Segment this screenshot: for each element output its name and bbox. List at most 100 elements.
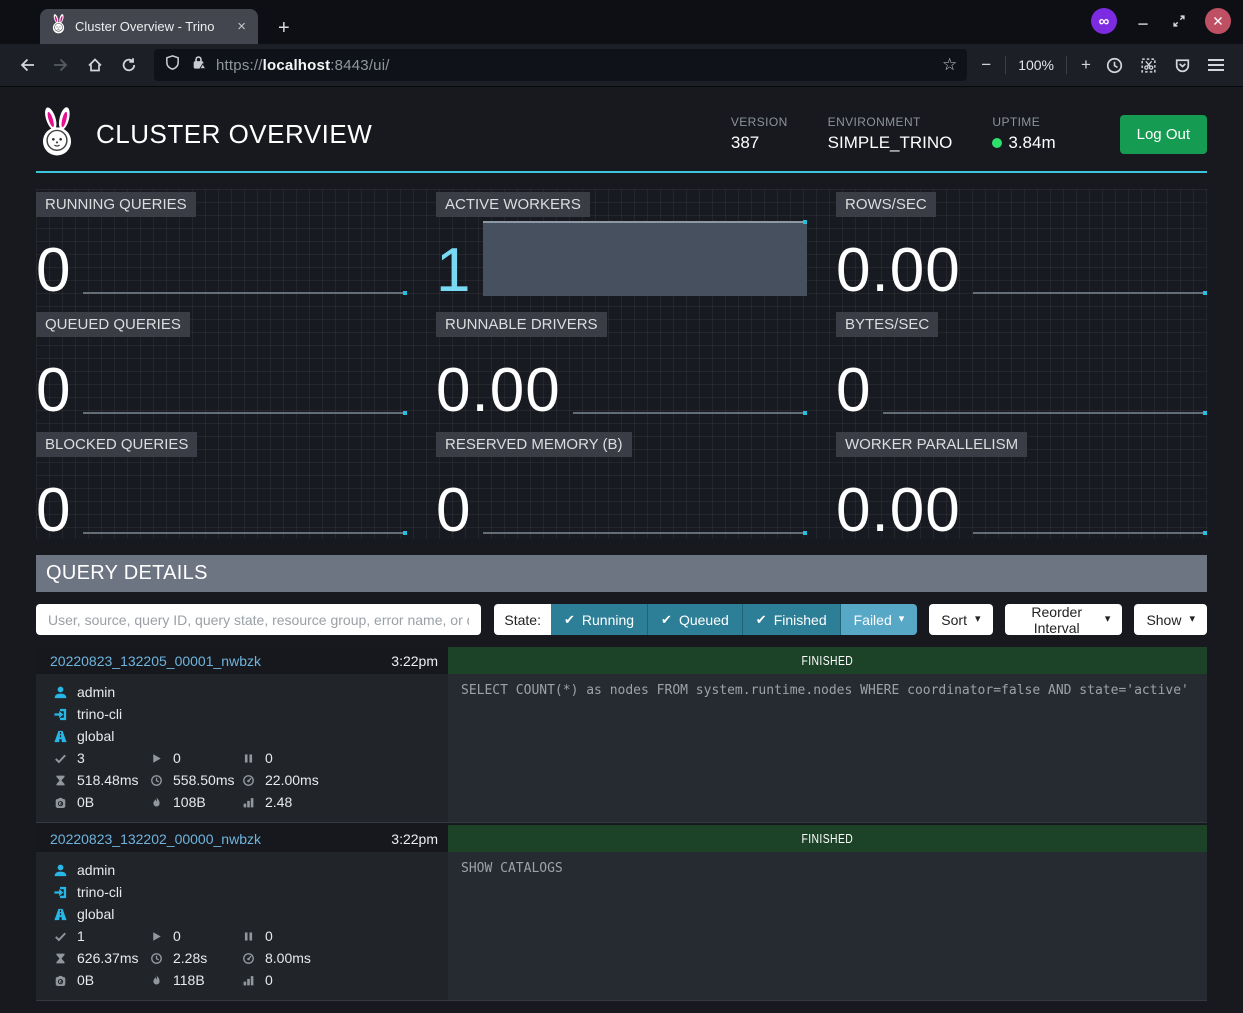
filter-finished-button[interactable]: ✔ Finished — [742, 604, 840, 635]
sparkline — [973, 189, 1207, 299]
zoom-out-icon[interactable]: − — [975, 49, 997, 81]
page-title: CLUSTER OVERVIEW — [96, 119, 372, 150]
resource-group-road-icon — [52, 907, 68, 922]
pocket-icon[interactable] — [1165, 49, 1199, 81]
uptime-status-dot — [992, 138, 1002, 148]
play-icon — [148, 930, 164, 943]
check-icon — [52, 930, 68, 943]
query-sql-text: SHOW CATALOGS — [448, 852, 1207, 1000]
private-browsing-icon: ∞ — [1091, 8, 1117, 34]
window-close-button[interactable] — [1205, 8, 1231, 34]
tile-worker-parallelism: WORKER PARALLELISM 0.00 — [836, 429, 1207, 539]
screenshot-icon[interactable] — [1131, 49, 1165, 81]
tracking-shield-icon[interactable] — [164, 54, 181, 76]
lock-warning-icon[interactable] — [190, 54, 207, 76]
browser-tab[interactable]: Cluster Overview - Trino × — [40, 9, 258, 44]
pause-icon — [240, 930, 256, 943]
history-icon[interactable] — [1097, 49, 1131, 81]
tile-queued-queries: QUEUED QUERIES 0 — [36, 309, 407, 419]
browser-tab-bar: Cluster Overview - Trino × + ∞ — [0, 0, 1243, 44]
source-sign-in-icon — [52, 707, 68, 722]
new-tab-button[interactable]: + — [272, 18, 296, 38]
caret-down-icon: ▾ — [975, 614, 981, 625]
trino-logo[interactable] — [36, 107, 78, 162]
window-minimize-button[interactable] — [1133, 11, 1153, 31]
tile-active-workers: ACTIVE WORKERS 1 — [436, 189, 807, 299]
window-maximize-button[interactable] — [1169, 11, 1189, 31]
chart-icon — [240, 796, 256, 809]
fire-icon — [148, 796, 164, 809]
query-id-link[interactable]: 20220823_132202_00000_nwbzk — [50, 831, 261, 847]
clock-icon — [148, 952, 164, 965]
query-filters: State: ✔ Running ✔ Queued ✔ Finished Fai… — [36, 604, 1207, 635]
url-bar[interactable]: https://localhost:8443/ui/ ☆ — [154, 49, 967, 81]
fire-icon — [148, 974, 164, 987]
gauge-icon — [240, 774, 256, 787]
query-row: 20220823_132202_00000_nwbzk 3:22pm FINIS… — [36, 825, 1207, 1001]
reload-icon[interactable] — [112, 49, 146, 81]
home-icon[interactable] — [78, 49, 112, 81]
query-time: 3:22pm — [391, 831, 438, 847]
user-icon — [52, 685, 68, 700]
check-icon — [52, 752, 68, 765]
state-label: State: — [494, 604, 551, 635]
sort-dropdown[interactable]: Sort ▾ — [929, 604, 992, 635]
filter-running-button[interactable]: ✔ Running — [551, 604, 647, 635]
caret-down-icon: ▾ — [1105, 614, 1111, 625]
query-sql-text: SELECT COUNT(*) as nodes FROM system.run… — [448, 674, 1207, 822]
play-icon — [148, 752, 164, 765]
check-icon: ✔ — [756, 612, 767, 628]
hourglass-icon — [52, 952, 68, 965]
check-icon: ✔ — [564, 612, 575, 628]
user-icon — [52, 863, 68, 878]
environment-meta: ENVIRONMENT SIMPLE_TRINO — [828, 115, 953, 153]
tile-blocked-queries: BLOCKED QUERIES 0 — [36, 429, 407, 539]
filter-queued-button[interactable]: ✔ Queued — [647, 604, 742, 635]
logout-button[interactable]: Log Out — [1120, 115, 1207, 154]
hourglass-icon — [52, 774, 68, 787]
bookmark-star-icon[interactable]: ☆ — [942, 55, 957, 75]
query-stats-panel: admin trino-cli global 3 0 0 518.48ms 55… — [36, 674, 448, 822]
stats-grid: RUNNING QUERIES 0 ACTIVE WORKERS 1 ROWS/… — [36, 189, 1207, 539]
query-row: 20220823_132205_00001_nwbzk 3:22pm FINIS… — [36, 647, 1207, 823]
browser-toolbar: https://localhost:8443/ui/ ☆ − 100% + — [0, 44, 1243, 87]
tile-reserved-memory: RESERVED MEMORY (B) 0 — [436, 429, 807, 539]
back-icon[interactable] — [10, 49, 44, 81]
check-icon: ✔ — [661, 612, 672, 628]
app-header: CLUSTER OVERVIEW VERSION 387 ENVIRONMENT… — [36, 101, 1207, 173]
gauge-icon — [240, 952, 256, 965]
chart-icon — [240, 974, 256, 987]
tile-running-queries: RUNNING QUERIES 0 — [36, 189, 407, 299]
filter-failed-dropdown[interactable]: Failed ▾ — [840, 604, 918, 635]
sparkline — [573, 309, 807, 419]
tab-title: Cluster Overview - Trino — [75, 19, 227, 34]
query-status-badge: FINISHED — [448, 825, 1207, 852]
menu-icon[interactable] — [1199, 49, 1233, 81]
pause-icon — [240, 752, 256, 765]
query-details-header: QUERY DETAILS — [36, 555, 1207, 592]
version-meta: VERSION 387 — [731, 115, 788, 153]
zoom-level[interactable]: 100% — [1014, 57, 1058, 73]
uptime-meta: UPTIME 3.84m — [992, 115, 1055, 153]
scale-icon — [52, 796, 68, 809]
tile-bytes-sec: BYTES/SEC 0 — [836, 309, 1207, 419]
tile-runnable-drivers: RUNNABLE DRIVERS 0.00 — [436, 309, 807, 419]
caret-down-icon: ▾ — [899, 614, 905, 625]
tab-close-icon[interactable]: × — [235, 18, 248, 35]
favicon-trino-bunny — [50, 14, 67, 39]
resource-group-road-icon — [52, 729, 68, 744]
source-sign-in-icon — [52, 885, 68, 900]
query-id-link[interactable]: 20220823_132205_00001_nwbzk — [50, 653, 261, 669]
tile-rows-sec: ROWS/SEC 0.00 — [836, 189, 1207, 299]
query-stats-panel: admin trino-cli global 1 0 0 626.37ms 2.… — [36, 852, 448, 1000]
show-dropdown[interactable]: Show ▾ — [1134, 604, 1207, 635]
caret-down-icon: ▾ — [1189, 614, 1195, 625]
url-text: https://localhost:8443/ui/ — [216, 57, 390, 74]
scale-icon — [52, 974, 68, 987]
query-time: 3:22pm — [391, 653, 438, 669]
zoom-in-icon[interactable]: + — [1075, 49, 1097, 81]
forward-icon[interactable] — [44, 49, 78, 81]
clock-icon — [148, 774, 164, 787]
search-input[interactable] — [36, 604, 481, 635]
reorder-interval-dropdown[interactable]: Reorder Interval ▾ — [1005, 604, 1123, 635]
